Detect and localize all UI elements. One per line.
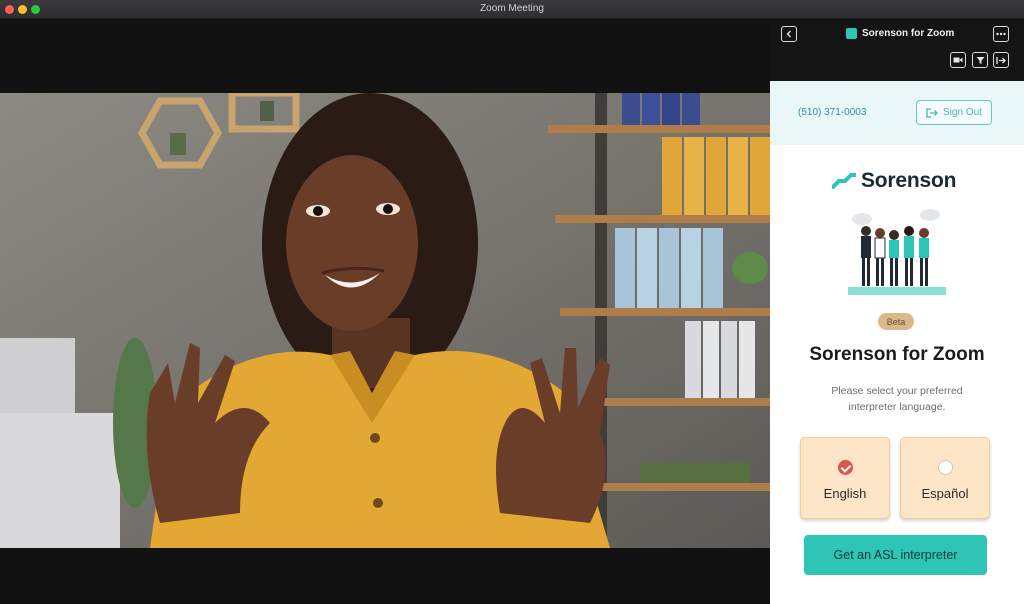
filter-button[interactable]	[972, 52, 988, 68]
video-icon	[953, 57, 963, 63]
sign-out-button[interactable]: Sign Out	[916, 100, 992, 125]
sign-out-icon	[926, 107, 938, 118]
group-illustration	[848, 209, 946, 295]
panel-header-title: Sorenson for Zoom	[862, 28, 955, 39]
sorenson-logo-icon	[832, 173, 856, 189]
meeting-video-area	[0, 19, 770, 604]
more-options-button[interactable]	[993, 26, 1009, 42]
interpreter-request-card: Sorenson Beta Sorenson for Zoom Please s…	[770, 145, 1024, 604]
app-panel-header: Sorenson for Zoom	[770, 19, 1024, 81]
exit-panel-button[interactable]	[993, 52, 1009, 68]
chevron-left-icon	[786, 30, 791, 38]
language-option-english[interactable]: English	[800, 437, 890, 519]
get-interpreter-button[interactable]: Get an ASL interpreter	[804, 535, 987, 575]
beta-badge: Beta	[878, 313, 914, 330]
language-option-espanol[interactable]: Español	[900, 437, 990, 519]
phone-number: (510) 371-0003	[798, 107, 867, 118]
account-bar: (510) 371-0003 Sign Out	[770, 81, 1024, 145]
video-toggle-button[interactable]	[950, 52, 966, 68]
back-button[interactable]	[781, 26, 797, 42]
card-subtitle: Please select your preferred interpreter…	[831, 385, 963, 413]
panel-header-title-group: Sorenson for Zoom	[846, 28, 954, 39]
radio-unchecked-icon	[938, 460, 953, 475]
participant-video-image	[0, 93, 770, 548]
sorenson-app-icon	[846, 28, 857, 39]
window-title: Zoom Meeting	[480, 3, 544, 14]
more-horizontal-icon	[996, 32, 1006, 36]
card-title: Sorenson for Zoom	[809, 344, 985, 365]
window-titlebar: Zoom Meeting	[0, 0, 1024, 19]
filter-icon	[976, 56, 984, 64]
exit-icon	[996, 56, 1006, 64]
brand-name: Sorenson	[861, 169, 957, 192]
sign-out-label: Sign Out	[943, 107, 982, 118]
participant-video[interactable]	[0, 93, 770, 548]
language-label: English	[823, 486, 867, 501]
radio-checked-icon	[838, 460, 853, 475]
language-label: Español	[921, 486, 969, 501]
sorenson-logo: Sorenson	[832, 169, 956, 193]
